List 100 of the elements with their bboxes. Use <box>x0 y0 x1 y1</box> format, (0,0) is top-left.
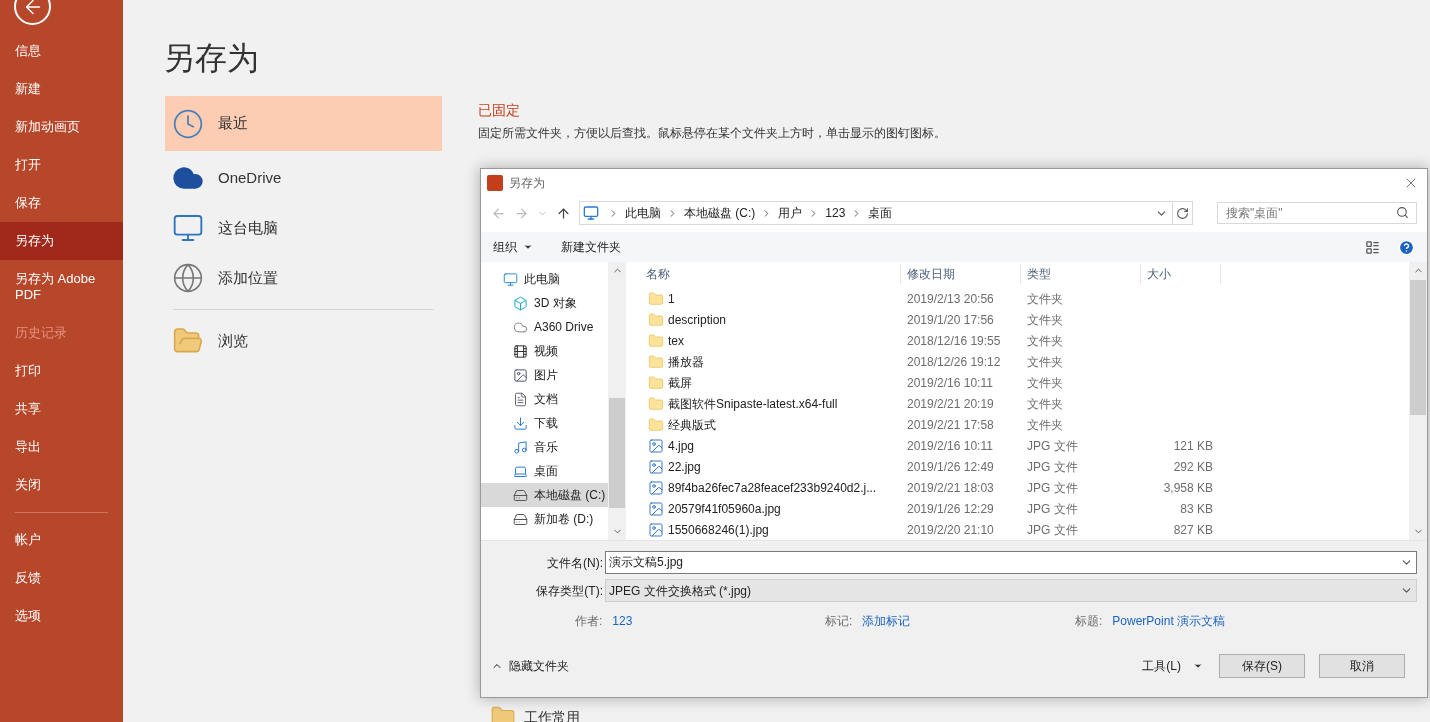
sidebar-item[interactable]: 关闭 <box>0 466 123 504</box>
location-item[interactable]: 这台电脑 <box>165 203 442 253</box>
search-field[interactable]: 搜索"桌面" <box>1217 202 1417 224</box>
sidebar-item[interactable]: 选项 <box>0 597 123 635</box>
file-row[interactable]: 播放器 2018/12/26 19:12 文件夹 <box>626 351 1409 372</box>
nav-item[interactable]: 下载 <box>481 411 608 435</box>
hide-folders-button[interactable]: 隐藏文件夹 <box>491 657 569 675</box>
file-type: 文件夹 <box>1026 353 1064 371</box>
film-icon <box>513 343 528 359</box>
refresh-icon[interactable] <box>1176 206 1189 220</box>
file-size: 827 KB <box>1173 522 1213 537</box>
filename-field[interactable]: 演示文稿5.jpg <box>605 551 1417 574</box>
file-type: 文件夹 <box>1026 332 1064 350</box>
download-icon <box>513 415 528 431</box>
image-file-icon <box>648 458 664 475</box>
view-options-icon[interactable] <box>1365 239 1380 255</box>
scrollbar[interactable] <box>608 262 626 540</box>
file-row[interactable]: tex 2018/12/16 19:55 文件夹 <box>626 330 1409 351</box>
drive-icon <box>513 487 528 503</box>
sidebar-item[interactable]: 新加动画页 <box>0 108 123 146</box>
file-name: 22.jpg <box>668 458 701 476</box>
column-header[interactable]: 大小 <box>1147 265 1171 283</box>
organize-button[interactable]: 组织 <box>493 238 533 256</box>
scroll-thumb[interactable] <box>609 398 625 508</box>
sidebar-item[interactable]: 共享 <box>0 390 123 428</box>
sidebar-item[interactable]: 打开 <box>0 146 123 184</box>
scrollbar[interactable] <box>1409 262 1427 540</box>
field-label: 保存类型(T): <box>535 582 603 600</box>
monitor-icon <box>503 271 518 287</box>
up-icon[interactable] <box>556 205 571 221</box>
breadcrumb-item[interactable]: 123 <box>825 204 846 222</box>
file-row[interactable]: 经典版式 2019/2/21 17:58 文件夹 <box>626 414 1409 435</box>
file-name: 20579f41f05960a.jpg <box>668 500 781 518</box>
file-date: 2019/2/16 10:11 <box>906 437 994 455</box>
sidebar-item[interactable]: 帐户 <box>0 521 123 559</box>
location-item[interactable]: OneDrive <box>165 153 442 203</box>
location-item[interactable]: 添加位置 <box>165 253 442 303</box>
sidebar-item[interactable]: 新建 <box>0 70 123 108</box>
file-row[interactable]: 1 2019/2/13 20:56 文件夹 <box>626 288 1409 309</box>
location-item[interactable]: 最近 <box>165 96 442 151</box>
caret-icon <box>523 242 533 252</box>
file-row[interactable]: 89f4ba26fec7a28feacef233b9240d2.j... 2019/2/21 18:03 JPG 文件 3,958 KB <box>626 477 1409 498</box>
nav-item[interactable]: 本地磁盘 (C:) <box>481 483 608 507</box>
nav-item[interactable]: 新加卷 (D:) <box>481 507 608 531</box>
file-row[interactable]: 20579f41f05960a.jpg 2019/1/26 12:29 JPG 文件 83 KB <box>626 498 1409 519</box>
pinned-heading: 已固定 <box>478 101 521 120</box>
nav-item[interactable]: 桌面 <box>481 459 608 483</box>
file-row[interactable]: 22.jpg 2019/1/26 12:49 JPG 文件 292 KB <box>626 456 1409 477</box>
column-header[interactable]: 类型 <box>1027 265 1051 283</box>
sidebar-item[interactable]: 导出 <box>0 428 123 466</box>
folder-icon <box>648 290 664 307</box>
file-row[interactable]: 1550668246(1).jpg 2019/2/20 21:10 JPG 文件 827 KB <box>626 519 1409 540</box>
tools-button[interactable]: 工具(L) <box>1142 657 1203 675</box>
file-name: 播放器 <box>668 353 704 371</box>
picture-icon <box>513 367 528 383</box>
sidebar-item[interactable]: 另存为 <box>0 222 123 260</box>
file-date: 2019/2/16 10:11 <box>906 374 994 392</box>
file-row[interactable]: 4.jpg 2019/2/16 10:11 JPG 文件 121 KB <box>626 435 1409 456</box>
file-row[interactable]: description 2019/1/20 17:56 文件夹 <box>626 309 1409 330</box>
meta-value[interactable]: 123 <box>612 612 633 630</box>
meta-value[interactable]: 添加标记 <box>862 612 911 630</box>
breadcrumb-item[interactable]: 用户 <box>778 204 803 222</box>
file-type-select[interactable]: JPEG 文件交换格式 (*.jpg) <box>605 579 1417 602</box>
file-row[interactable]: 截屏 2019/2/16 10:11 文件夹 <box>626 372 1409 393</box>
sidebar-item[interactable]: 保存 <box>0 184 123 222</box>
sidebar-item[interactable]: 反馈 <box>0 559 123 597</box>
file-type: 文件夹 <box>1026 374 1064 392</box>
forward-icon[interactable] <box>514 205 529 221</box>
file-row[interactable]: 截图软件Snipaste-latest.x64-full 2019/2/21 20:19 文件夹 <box>626 393 1409 414</box>
file-date: 2019/2/21 18:03 <box>906 479 995 497</box>
address-bar[interactable]: 此电脑 本地磁盘 (C:) 用户 123 桌面 <box>579 201 1193 225</box>
sidebar-item[interactable]: 打印 <box>0 352 123 390</box>
sidebar-item[interactable]: 另存为 Adobe PDF <box>0 260 123 314</box>
save-button[interactable]: 保存(S) <box>1219 654 1305 678</box>
file-name: 截屏 <box>668 374 692 392</box>
column-header[interactable]: 修改日期 <box>907 265 955 283</box>
sidebar-item[interactable]: 信息 <box>0 32 123 70</box>
nav-item[interactable]: 此电脑 <box>481 267 608 291</box>
breadcrumb-item[interactable]: 本地磁盘 (C:) <box>684 204 756 222</box>
breadcrumb-item[interactable]: 此电脑 <box>625 204 661 222</box>
help-icon[interactable] <box>1398 238 1415 256</box>
nav-item[interactable]: 图片 <box>481 363 608 387</box>
caret-icon <box>1193 661 1203 671</box>
meta-value[interactable]: PowerPoint 演示文稿 <box>1112 612 1226 630</box>
image-file-icon <box>648 437 664 454</box>
meta-label: 标题: <box>1075 613 1103 630</box>
scroll-thumb[interactable] <box>1410 280 1426 415</box>
cancel-button[interactable]: 取消 <box>1319 654 1405 678</box>
breadcrumb-item[interactable]: 桌面 <box>868 204 893 222</box>
column-header[interactable]: 名称 <box>646 265 670 283</box>
nav-item[interactable]: A360 Drive <box>481 315 608 339</box>
cube-icon <box>513 295 528 311</box>
nav-item[interactable]: 音乐 <box>481 435 608 459</box>
nav-item[interactable]: 文档 <box>481 387 608 411</box>
nav-item[interactable]: 3D 对象 <box>481 291 608 315</box>
computer-icon <box>172 212 204 244</box>
nav-item[interactable]: 视频 <box>481 339 608 363</box>
new-folder-button[interactable]: 新建文件夹 <box>561 238 621 256</box>
location-item[interactable]: 浏览 <box>165 316 442 366</box>
file-date: 2019/2/20 21:10 <box>906 521 995 539</box>
